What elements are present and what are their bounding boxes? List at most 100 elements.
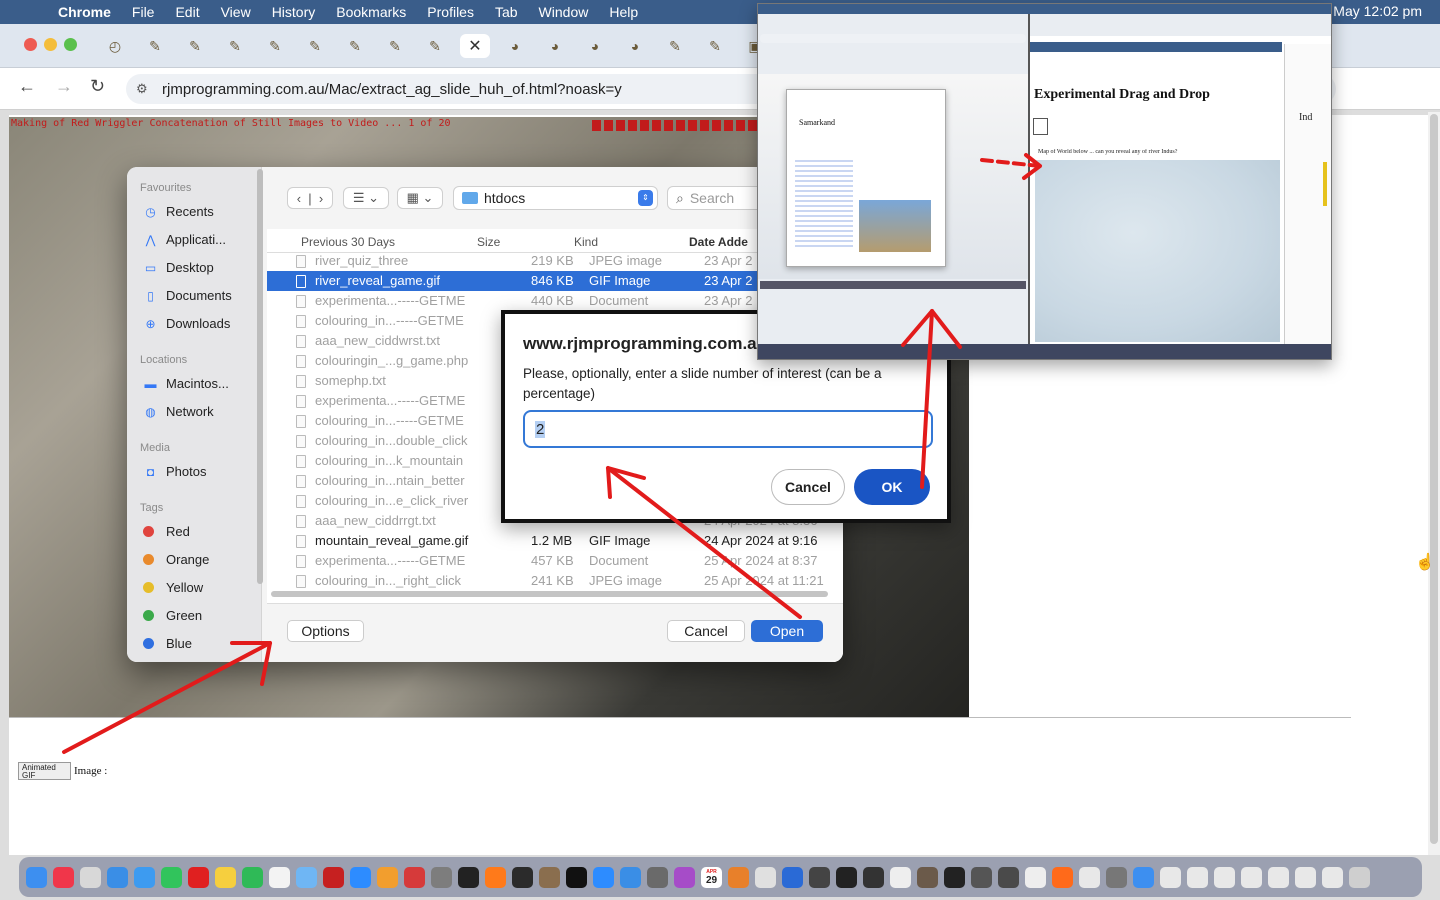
dock-window-3-icon[interactable] [1214, 866, 1235, 888]
dock-file-icon[interactable] [890, 866, 911, 888]
dock-photos-icon[interactable] [377, 866, 398, 888]
close-window-button[interactable] [24, 38, 37, 51]
reload-icon[interactable]: ↻ [90, 76, 105, 97]
dock-window-1-icon[interactable] [1160, 866, 1181, 888]
site-info-icon[interactable]: ⚙ [136, 81, 148, 97]
dock-safari-icon[interactable] [107, 866, 128, 888]
dock-app-store-icon[interactable] [593, 866, 614, 888]
tab-14[interactable]: ◕ [620, 34, 650, 58]
sidebar-scrollbar[interactable] [257, 169, 263, 584]
tab-1[interactable]: ◴ [100, 34, 130, 58]
dock-opera-icon[interactable] [188, 866, 209, 888]
sidebar-tag-2[interactable]: Yellow [143, 580, 203, 595]
dock-launchpad-icon[interactable] [80, 866, 101, 888]
dock-bbedit-icon[interactable] [512, 866, 533, 888]
dock-messages-icon[interactable] [161, 866, 182, 888]
open-button[interactable]: Open [751, 620, 823, 642]
column-kind[interactable]: Kind [574, 235, 598, 249]
menu-bookmarks[interactable]: Bookmarks [336, 4, 406, 20]
chevron-right-icon[interactable]: › [319, 191, 323, 206]
dock-terminal-2-icon[interactable] [836, 866, 857, 888]
dock-podcasts-icon[interactable] [674, 866, 695, 888]
tab-15[interactable]: ✎ [660, 34, 690, 58]
dock-filezilla-icon[interactable] [323, 866, 344, 888]
dock-terminal-icon[interactable] [458, 866, 479, 888]
dock-chess-icon[interactable] [539, 866, 560, 888]
menu-app-name[interactable]: Chrome [58, 4, 111, 20]
tab-8[interactable]: ✎ [380, 34, 410, 58]
dock-mail-icon[interactable] [134, 866, 155, 888]
menu-profiles[interactable]: Profiles [427, 4, 474, 20]
animated-gif-button[interactable]: Animated GIF [18, 762, 71, 780]
sidebar-tag-4[interactable]: Blue [143, 636, 192, 651]
file-list-scrollbar[interactable] [271, 591, 828, 597]
tab-3[interactable]: ✎ [180, 34, 210, 58]
dock-window-4-icon[interactable] [1241, 866, 1262, 888]
dock-elephant-icon[interactable] [1025, 866, 1046, 888]
dock-music-icon[interactable] [53, 866, 74, 888]
dock-activity-icon[interactable] [809, 866, 830, 888]
column-size[interactable]: Size [477, 235, 500, 249]
sidebar-tag-1[interactable]: Orange [143, 552, 209, 567]
dock-system-prefs-icon[interactable] [1106, 866, 1127, 888]
dock-window-7-icon[interactable] [1322, 866, 1343, 888]
list-view-button[interactable]: ☰ ⌄ [343, 187, 389, 209]
menu-window[interactable]: Window [539, 4, 589, 20]
dock-image-capture-icon[interactable] [647, 866, 668, 888]
folder-popup[interactable]: htdocs ⇕ [453, 186, 658, 210]
chevron-left-icon[interactable]: ‹ [297, 191, 301, 206]
dock-calendar-icon[interactable]: APR 29 [701, 866, 722, 888]
dock-gimp-icon[interactable] [917, 866, 938, 888]
tab-5[interactable]: ✎ [260, 34, 290, 58]
menu-view[interactable]: View [221, 4, 251, 20]
dock-quicktime-icon[interactable] [863, 866, 884, 888]
dock-notes-icon[interactable] [215, 866, 236, 888]
tab-active[interactable]: ✕ [460, 34, 490, 58]
file-row[interactable]: experimenta...-----GETME 457 KB Document 25… [267, 551, 843, 571]
dock-window-5-icon[interactable] [1268, 866, 1289, 888]
tab-9[interactable]: ✎ [420, 34, 450, 58]
prompt-ok-button[interactable]: OK [854, 469, 930, 505]
menu-file[interactable]: File [132, 4, 155, 20]
menubar-clock[interactable]: May 12:02 pm [1333, 3, 1422, 19]
sidebar-item-downloads[interactable]: ⊕ Downloads [143, 316, 230, 331]
dock-firefox-icon[interactable] [1052, 866, 1073, 888]
menu-history[interactable]: History [272, 4, 316, 20]
dock-folder-icon[interactable] [1133, 866, 1154, 888]
sidebar-item-recents[interactable]: ◷ Recents [143, 204, 213, 219]
dock-books-icon[interactable] [728, 866, 749, 888]
tab-12[interactable]: ◕ [540, 34, 570, 58]
dock-scripts-icon[interactable] [1079, 866, 1100, 888]
sidebar-tag-3[interactable]: Green [143, 608, 202, 623]
dock-zoom-icon[interactable] [350, 866, 371, 888]
tab-4[interactable]: ✎ [220, 34, 250, 58]
file-row[interactable]: colouring_in..._right_click 241 KB JPEG im… [267, 571, 843, 591]
minimize-window-button[interactable] [44, 38, 57, 51]
sidebar-tag-0[interactable]: Red [143, 524, 190, 539]
dock-firefox-dev-icon[interactable] [485, 866, 506, 888]
menu-tab[interactable]: Tab [495, 4, 518, 20]
prompt-cancel-button[interactable]: Cancel [771, 469, 845, 505]
sidebar-item-desktop[interactable]: ▭ Desktop [143, 260, 214, 275]
dock-preview-icon[interactable] [296, 866, 317, 888]
dock-chrome-icon[interactable] [755, 866, 776, 888]
tab-2[interactable]: ✎ [140, 34, 170, 58]
dock-apple-tv-icon[interactable] [566, 866, 587, 888]
dock-automator-icon[interactable] [431, 866, 452, 888]
column-name[interactable]: Previous 30 Days [301, 235, 395, 249]
sidebar-item-macintosh-hd[interactable]: ▬ Macintos... [143, 376, 229, 391]
dock-textedit-icon[interactable] [269, 866, 290, 888]
file-cancel-button[interactable]: Cancel [667, 620, 745, 642]
sidebar-item-applications[interactable]: ⋀ Applicati... [143, 232, 226, 247]
page-scrollbar-thumb[interactable] [1430, 114, 1438, 844]
dock-vpn-icon[interactable] [998, 866, 1019, 888]
dock-trash-icon[interactable] [1349, 866, 1370, 888]
sidebar-item-documents[interactable]: ▯ Documents [143, 288, 232, 303]
nav-back-forward-buttons[interactable]: ‹ | › [287, 187, 333, 209]
tab-6[interactable]: ✎ [300, 34, 330, 58]
dock-window-2-icon[interactable] [1187, 866, 1208, 888]
menu-help[interactable]: Help [609, 4, 638, 20]
slide-number-input[interactable]: 2 [523, 410, 933, 448]
dock-finder-icon[interactable] [26, 866, 47, 888]
dock-inkscape-icon[interactable] [944, 866, 965, 888]
